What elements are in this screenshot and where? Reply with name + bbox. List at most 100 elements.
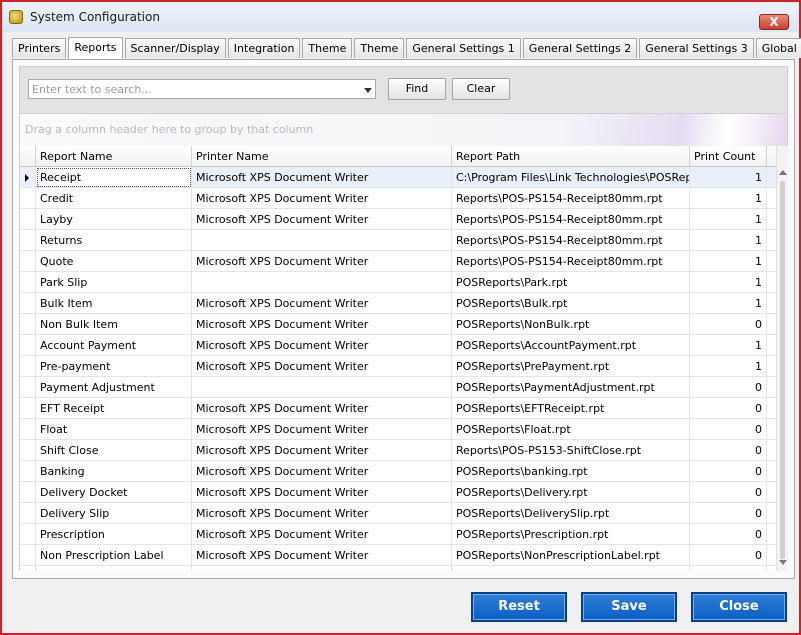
column-header-printer-name[interactable]: Printer Name	[192, 146, 452, 167]
report-name-cell[interactable]: Credit	[36, 188, 192, 209]
row-indicator-cell[interactable]	[20, 230, 36, 251]
clear-button[interactable]: Clear	[452, 78, 510, 100]
print-count-cell[interactable]: 1	[690, 335, 767, 356]
report-name-cell[interactable]: Park Slip	[36, 272, 192, 293]
print-count-cell[interactable]: 0	[690, 440, 767, 461]
report-path-cell[interactable]: Reports\POS-PS154-Receipt80mm.rpt	[452, 251, 690, 272]
row-indicator-cell[interactable]	[20, 545, 36, 566]
tab-printers[interactable]: Printers	[12, 38, 67, 58]
tab-general-settings-2[interactable]: General Settings 2	[522, 38, 638, 58]
tab-scanner-display[interactable]: Scanner/Display	[124, 38, 226, 58]
column-header-print-count[interactable]: Print Count	[690, 146, 767, 167]
report-path-cell[interactable]: C:\Program Files\Link Technologies\POSRe…	[452, 167, 690, 188]
print-count-cell[interactable]: 1	[690, 293, 767, 314]
table-row[interactable]: Banking Microsoft XPS Document Writer POSR…	[20, 461, 776, 482]
report-name-cell[interactable]: Shift Close	[36, 440, 192, 461]
table-row[interactable]: Delivery Slip Microsoft XPS Document Writ…	[20, 503, 776, 524]
group-by-panel[interactable]: Drag a column header here to group by th…	[19, 114, 788, 146]
row-indicator-cell[interactable]	[20, 377, 36, 398]
report-path-cell[interactable]: Reports\POS-PS154-Receipt80mm.rpt	[452, 230, 690, 251]
row-indicator-cell[interactable]	[20, 251, 36, 272]
printer-name-cell[interactable]: Microsoft XPS Document Writer	[192, 209, 452, 230]
report-path-cell[interactable]: POSReports\Park.rpt	[452, 272, 690, 293]
print-count-cell[interactable]: 1	[690, 230, 767, 251]
report-path-cell[interactable]: POSReports\DeliverySlip.rpt	[452, 503, 690, 524]
print-count-cell[interactable]: 0	[690, 524, 767, 545]
report-name-cell[interactable]: Non Prescription Label	[36, 545, 192, 566]
print-count-cell[interactable]: 0	[690, 503, 767, 524]
row-indicator-cell[interactable]	[20, 209, 36, 230]
table-row[interactable]: Layby Microsoft XPS Document Writer Report…	[20, 209, 776, 230]
printer-name-cell[interactable]	[192, 272, 452, 293]
row-indicator-cell[interactable]	[20, 398, 36, 419]
report-name-cell[interactable]: Prescription	[36, 524, 192, 545]
printer-name-cell[interactable]: Microsoft XPS Document Writer	[192, 482, 452, 503]
tab-theme[interactable]: Theme	[302, 38, 353, 58]
report-name-cell[interactable]: Receipt	[36, 167, 192, 188]
report-path-cell[interactable]: Reports\POS-PS154-Receipt80mm.rpt	[452, 188, 690, 209]
table-row[interactable]: Park Slip POSReports\Park.rpt 1	[20, 272, 776, 293]
row-indicator-cell[interactable]	[20, 272, 36, 293]
table-row[interactable]: Shift Close Microsoft XPS Document Writer…	[20, 440, 776, 461]
report-name-cell[interactable]: Non Bulk Item	[36, 314, 192, 335]
print-count-cell[interactable]: 1	[690, 272, 767, 293]
print-count-cell[interactable]: 1	[690, 251, 767, 272]
print-count-cell[interactable]: 0	[690, 314, 767, 335]
scroll-down-arrow-icon[interactable]	[779, 560, 787, 565]
report-path-cell[interactable]: POSReports\Float.rpt	[452, 419, 690, 440]
row-indicator-cell[interactable]	[20, 356, 36, 377]
printer-name-cell[interactable]: Microsoft XPS Document Writer	[192, 335, 452, 356]
printer-name-cell[interactable]: Microsoft XPS Document Writer	[192, 356, 452, 377]
tab-theme-2[interactable]: Theme	[354, 38, 405, 58]
close-button[interactable]: Close	[691, 592, 787, 622]
find-button[interactable]: Find	[388, 78, 446, 100]
report-name-cell[interactable]: Pre-payment	[36, 356, 192, 377]
table-row[interactable]: Receipt Microsoft XPS Document Writer C:\P…	[20, 167, 776, 188]
tab-global[interactable]: Global	[755, 38, 801, 58]
row-indicator-cell[interactable]	[20, 566, 36, 571]
report-path-cell[interactable]: POSReports\Bulk.rpt	[452, 293, 690, 314]
report-name-cell[interactable]: Float	[36, 419, 192, 440]
printer-name-cell[interactable]: Microsoft XPS Document Writer	[192, 293, 452, 314]
table-row[interactable]: Returns Reports\POS-PS154-Receipt80mm.rpt…	[20, 230, 776, 251]
print-count-cell[interactable]: 1	[690, 209, 767, 230]
report-name-cell[interactable]: Banking	[36, 461, 192, 482]
print-count-cell[interactable]: 0	[690, 377, 767, 398]
report-name-cell[interactable]: Bulk Item	[36, 293, 192, 314]
print-count-cell[interactable]: 0	[690, 545, 767, 566]
print-count-cell[interactable]: 1	[690, 356, 767, 377]
title-bar[interactable]: System Configuration X	[2, 2, 799, 32]
report-path-cell[interactable]: POSReports\NonPrescriptionLabel.rpt	[452, 545, 690, 566]
report-path-cell[interactable]: POSReports\banking.rpt	[452, 461, 690, 482]
printer-name-cell[interactable]: Microsoft XPS Document Writer	[192, 314, 452, 335]
report-name-cell[interactable]: Quote	[36, 251, 192, 272]
printer-name-cell[interactable]: Microsoft XPS Document Writer	[192, 461, 452, 482]
table-row[interactable]: Prescription HistoryMicrosoft XPS Docume…	[20, 566, 776, 571]
grid-vertical-scrollbar[interactable]	[776, 146, 788, 571]
report-name-cell[interactable]: Prescription History	[36, 566, 192, 571]
report-path-cell[interactable]: POSReports\AccountPayment.rpt	[452, 335, 690, 356]
row-indicator-cell[interactable]	[20, 419, 36, 440]
printer-name-cell[interactable]: Microsoft XPS Document Writer	[192, 167, 452, 188]
printer-name-cell[interactable]: Microsoft XPS Document Writer	[192, 524, 452, 545]
table-row[interactable]: Non Bulk Item Microsoft XPS Document Writ…	[20, 314, 776, 335]
printer-name-cell[interactable]: Microsoft XPS Document Writer	[192, 566, 452, 571]
table-row[interactable]: EFT Receipt Microsoft XPS Document Writer…	[20, 398, 776, 419]
row-indicator-cell[interactable]	[20, 503, 36, 524]
table-row[interactable]: Bulk Item Microsoft XPS Document Writer PO…	[20, 293, 776, 314]
report-path-cell[interactable]: POSReports\EFTReceipt.rpt	[452, 398, 690, 419]
table-row[interactable]: Prescription Microsoft XPS Document Write…	[20, 524, 776, 545]
printer-name-cell[interactable]: Microsoft XPS Document Writer	[192, 419, 452, 440]
print-count-cell[interactable]: 0	[690, 566, 767, 571]
print-count-cell[interactable]: 0	[690, 419, 767, 440]
tab-reports[interactable]: Reports	[68, 37, 123, 59]
row-indicator-cell[interactable]	[20, 335, 36, 356]
printer-name-cell[interactable]: Microsoft XPS Document Writer	[192, 440, 452, 461]
report-path-cell[interactable]: POSReports\PaymentAdjustment.rpt	[452, 377, 690, 398]
report-name-cell[interactable]: Delivery Slip	[36, 503, 192, 524]
scrollbar-thumb[interactable]	[780, 181, 785, 559]
printer-name-cell[interactable]	[192, 377, 452, 398]
save-button[interactable]: Save	[581, 592, 677, 622]
row-indicator-cell[interactable]	[20, 461, 36, 482]
report-name-cell[interactable]: Delivery Docket	[36, 482, 192, 503]
